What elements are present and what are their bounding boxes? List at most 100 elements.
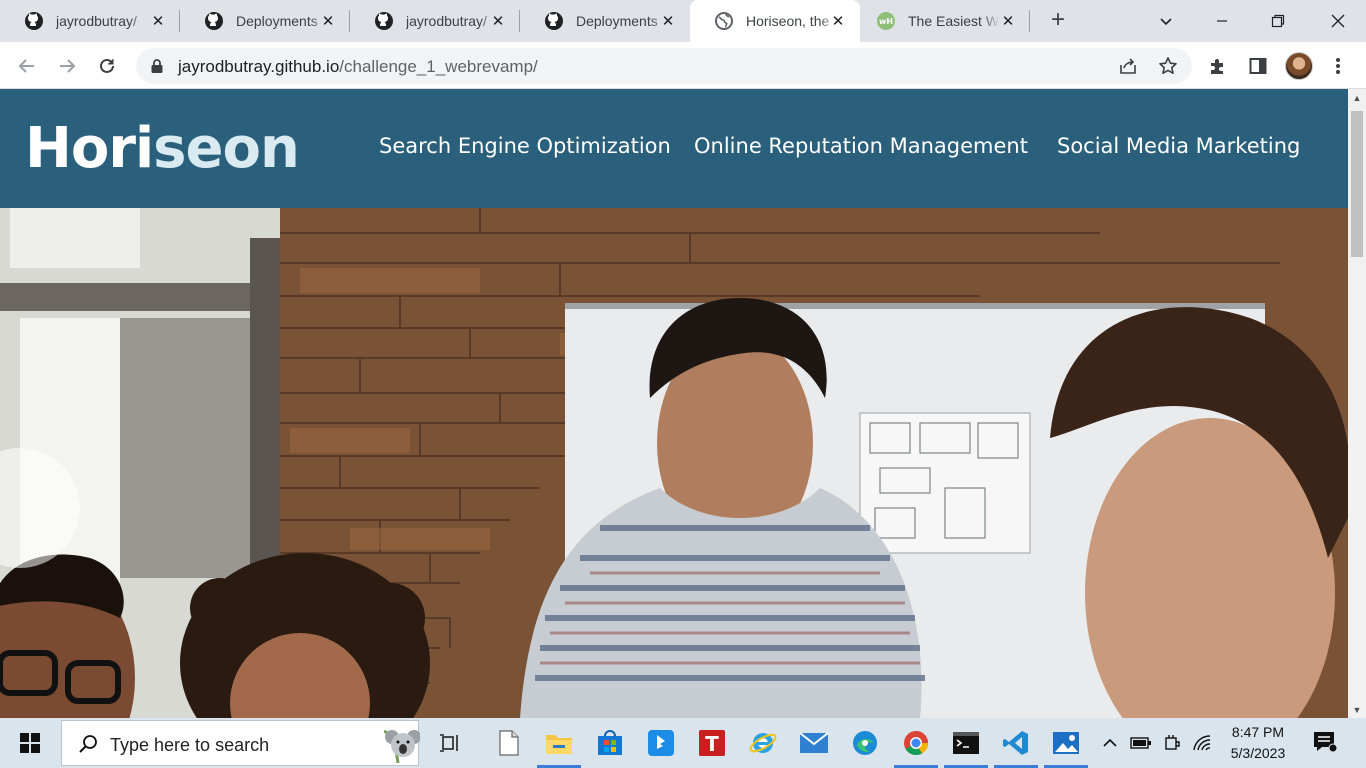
tab-title: jayrodbutray/ — [56, 13, 137, 29]
close-tab-icon[interactable]: ✕ — [320, 13, 336, 30]
close-tab-icon[interactable]: ✕ — [1000, 13, 1016, 30]
tab-title: Horiseon, the — [746, 13, 830, 29]
t-app-icon: T — [699, 730, 725, 756]
share-icon[interactable] — [1118, 56, 1138, 76]
url-host: jayrodbutray.github.io — [178, 57, 340, 76]
page-scrollbar[interactable]: ▲ ▼ — [1348, 89, 1366, 718]
chevron-up-icon — [1103, 738, 1117, 747]
tab-title: Deployments — [236, 13, 318, 29]
taskbar-search-box[interactable]: Type here to search — [61, 720, 421, 768]
taskbar-file-app[interactable] — [484, 718, 534, 768]
taskbar-chrome[interactable] — [891, 718, 941, 768]
task-view-button[interactable] — [425, 718, 475, 768]
svg-text:T: T — [705, 732, 719, 756]
taskbar-vscode[interactable] — [991, 718, 1041, 768]
clock-time: 8:47 PM — [1231, 724, 1285, 740]
search-placeholder: Type here to search — [110, 735, 270, 755]
store-bag-icon — [598, 730, 622, 755]
show-hidden-icons-button[interactable] — [1098, 718, 1122, 768]
restore-icon — [1271, 14, 1285, 28]
reload-icon — [100, 58, 114, 73]
nav-link-social-media[interactable]: Social Media Marketing — [1057, 134, 1300, 158]
close-tab-icon[interactable]: ✕ — [490, 13, 506, 30]
notification-center-icon[interactable] — [1312, 730, 1338, 759]
folder-icon — [546, 735, 572, 754]
browser-tab[interactable]: Deployments ✕ — [520, 0, 690, 42]
forward-arrow-icon — [60, 59, 76, 73]
edge-icon — [853, 731, 877, 755]
back-arrow-icon — [18, 59, 34, 73]
minimize-icon — [1217, 20, 1227, 22]
tab-title: jayrodbutray/ — [406, 13, 487, 29]
site-header: Horiseon Search Engine Optimization Onli… — [0, 89, 1348, 208]
nav-link-reputation[interactable]: Online Reputation Management — [694, 134, 1028, 158]
mail-icon — [799, 732, 829, 753]
page-viewport: Horiseon Search Engine Optimization Onli… — [0, 89, 1348, 718]
bookmark-star-icon[interactable] — [1158, 56, 1178, 76]
wh-icon: wH — [876, 11, 896, 31]
wifi-icon — [1193, 735, 1211, 751]
taskbar-terminal[interactable] — [941, 718, 991, 768]
taskbar-store[interactable] — [585, 718, 635, 768]
forward-button[interactable] — [54, 53, 80, 79]
taskbar-internet-explorer[interactable] — [738, 718, 788, 768]
browser-tab[interactable]: jayrodbutray/ ✕ — [350, 0, 520, 42]
logo-part-1: Hori — [25, 116, 154, 181]
profile-avatar[interactable] — [1285, 52, 1313, 80]
koala-illustration-icon — [383, 723, 421, 768]
device-icon — [1165, 735, 1180, 750]
nav-link-seo[interactable]: Search Engine Optimization — [379, 134, 671, 158]
network-status[interactable] — [1190, 718, 1214, 768]
search-icon — [78, 734, 98, 759]
task-view-icon — [440, 734, 458, 752]
tab-strip: jayrodbutray/ ✕ Deployments ✕ jayrodbutr… — [0, 0, 1366, 42]
browser-tab[interactable]: jayrodbutray/ ✕ — [0, 0, 180, 42]
url-path: /challenge_1_webrevamp/ — [339, 57, 538, 76]
taskbar-file-explorer[interactable] — [534, 718, 584, 768]
taskbar-bing[interactable] — [636, 718, 686, 768]
svg-text:wH: wH — [879, 17, 893, 26]
side-panel-icon[interactable] — [1247, 55, 1269, 77]
hero-photo-illustration — [0, 208, 1348, 718]
scroll-down-arrow-icon[interactable]: ▼ — [1348, 701, 1366, 718]
back-button[interactable] — [14, 53, 40, 79]
start-button[interactable] — [0, 718, 60, 768]
scroll-thumb[interactable] — [1351, 111, 1363, 257]
taskbar-mail[interactable] — [789, 718, 839, 768]
site-logo[interactable]: Horiseon — [25, 116, 300, 181]
taskbar-t-app[interactable]: T — [687, 718, 737, 768]
close-window-button[interactable] — [1310, 0, 1366, 42]
github-icon — [374, 11, 394, 31]
close-tab-icon[interactable]: ✕ — [150, 13, 166, 30]
scroll-up-arrow-icon[interactable]: ▲ — [1348, 89, 1366, 106]
new-tab-button[interactable]: + — [1046, 8, 1070, 33]
restore-button[interactable] — [1250, 0, 1306, 42]
url-text: jayrodbutray.github.io/challenge_1_webre… — [178, 57, 538, 77]
browser-tab-active[interactable]: Horiseon, the ✕ — [690, 0, 860, 42]
browser-tab[interactable]: wH The Easiest W ✕ — [860, 0, 1030, 42]
taskbar-edge[interactable] — [840, 718, 890, 768]
close-icon — [1331, 14, 1345, 28]
more-menu-icon[interactable] — [1327, 55, 1349, 77]
taskbar-photos[interactable] — [1041, 718, 1091, 768]
file-icon — [499, 730, 519, 756]
browser-tab[interactable]: Deployments ✕ — [180, 0, 350, 42]
logo-part-2: seon — [153, 116, 300, 181]
close-tab-icon[interactable]: ✕ — [830, 13, 846, 30]
address-bar[interactable]: jayrodbutray.github.io/challenge_1_webre… — [136, 48, 1192, 84]
minimize-button[interactable] — [1194, 0, 1250, 42]
windows-taskbar: Type here to search T 8:47 PM 5/3/2023 — [0, 718, 1366, 768]
lock-icon[interactable] — [150, 58, 164, 79]
github-icon — [544, 11, 564, 31]
taskbar-clock[interactable]: 8:47 PM 5/3/2023 — [1214, 722, 1302, 764]
extensions-puzzle-icon[interactable] — [1207, 55, 1229, 77]
bing-icon — [648, 730, 674, 756]
github-icon — [204, 11, 224, 31]
battery-status[interactable] — [1128, 718, 1154, 768]
device-status[interactable] — [1160, 718, 1184, 768]
close-tab-icon[interactable]: ✕ — [660, 13, 676, 30]
tab-title: Deployments — [576, 13, 658, 29]
hero-image — [0, 208, 1348, 718]
reload-button[interactable] — [94, 53, 120, 79]
tab-search-button[interactable] — [1138, 0, 1194, 42]
